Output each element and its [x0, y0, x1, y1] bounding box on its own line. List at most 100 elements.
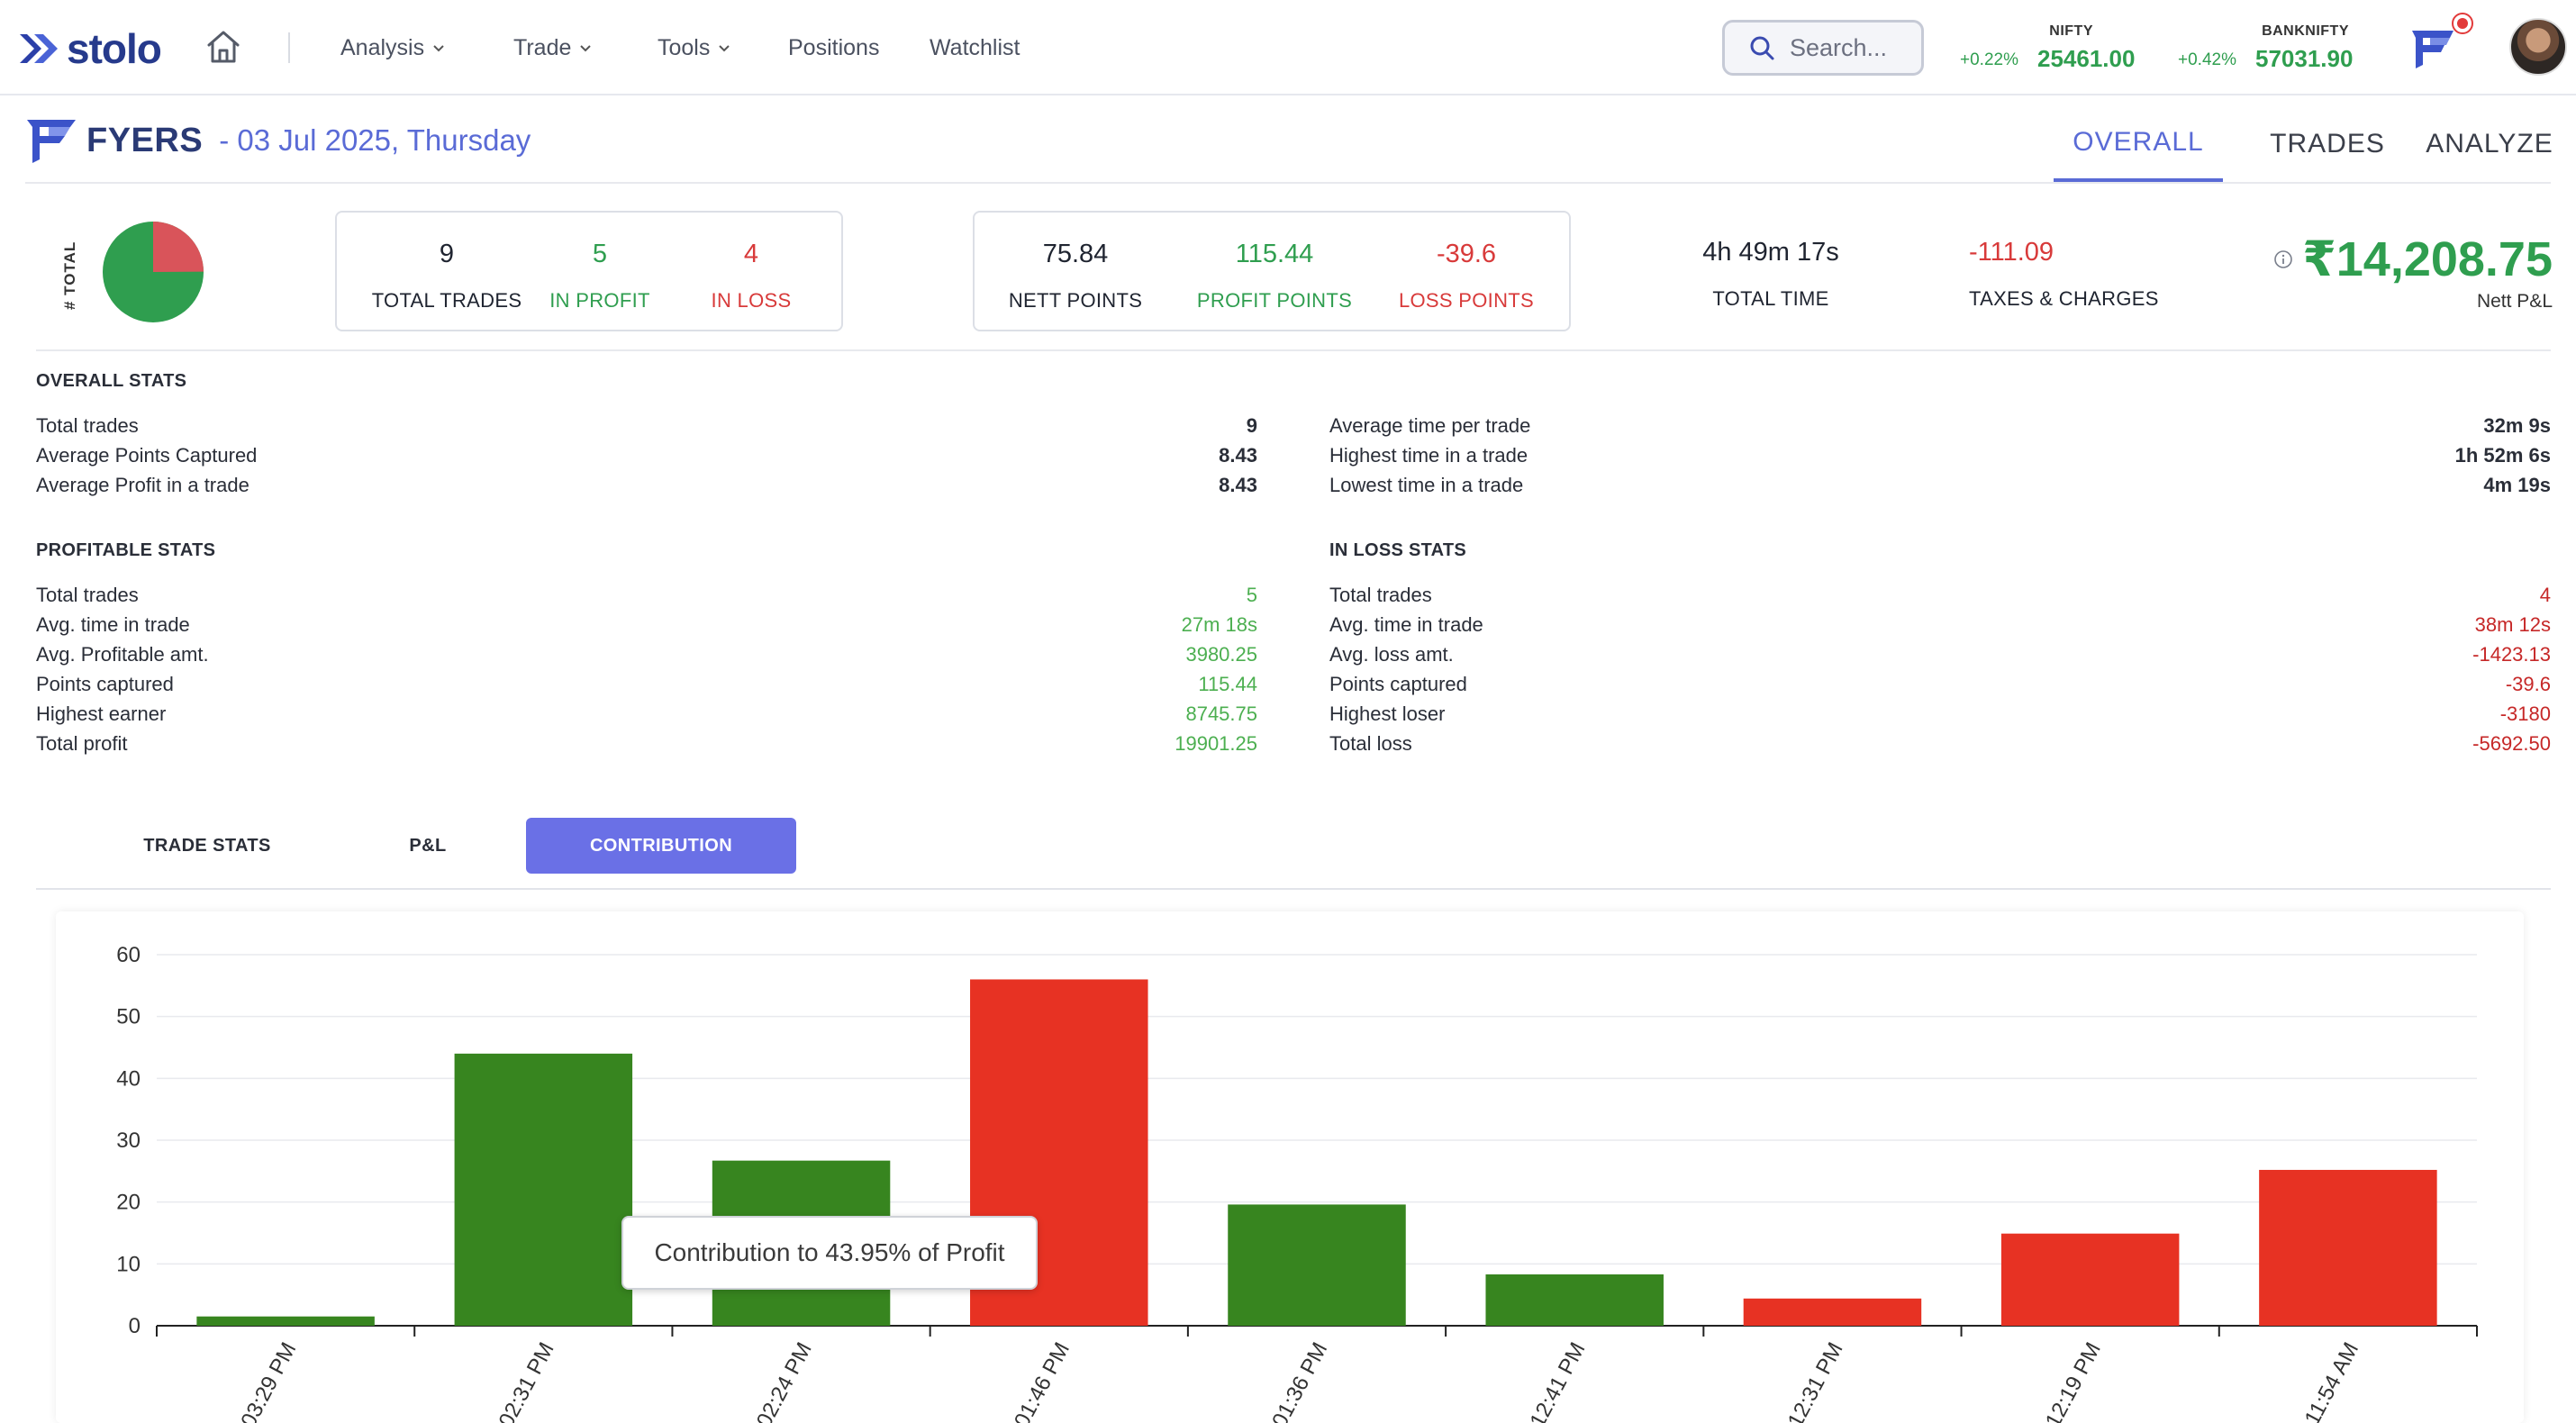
loss-stats-list: Total trades 4 Avg. time in trade 38m 12s …: [1329, 580, 2551, 758]
overall-stats-left: Total trades 9 Average Points Captured 8.4…: [36, 411, 1257, 500]
home-icon[interactable]: [204, 27, 243, 67]
x-tick-label: 03:29 PM: [236, 1338, 301, 1423]
list-item: Avg. Profitable amt. 3980.25: [36, 642, 1257, 666]
chevron-down-icon: [719, 45, 730, 52]
bar-1154am[interactable]: [2259, 1169, 2437, 1326]
nett-points-stat: 75.84 NETT POINTS: [1008, 240, 1143, 312]
nett-pl: ₹14,208.75 Nett P&L: [2273, 231, 2553, 313]
list-item: Total profit 19901.25: [36, 731, 1257, 755]
bar-1231pm[interactable]: [1743, 1298, 1922, 1326]
bar-0231pm[interactable]: [454, 1053, 633, 1326]
y-tick-label: 60: [116, 943, 141, 967]
subtab-divider: [36, 888, 2551, 890]
pie-slice-loss: [153, 222, 204, 272]
tab-overall[interactable]: OVERALL: [2054, 106, 2223, 182]
profitable-stats-list: Total trades 5 Avg. time in trade 27m 18s …: [36, 580, 1257, 758]
list-item: Highest time in a trade 1h 52m 6s: [1329, 443, 2551, 467]
stolo-logo[interactable]: stolo: [18, 23, 162, 74]
info-icon[interactable]: [2273, 249, 2293, 269]
nifty-name: NIFTY: [2049, 23, 2093, 39]
profit-points-stat: 115.44 PROFIT POINTS: [1196, 240, 1353, 312]
tab-pl[interactable]: P&L: [342, 818, 513, 874]
fyers-logo-icon: [27, 120, 76, 163]
trades-pie-chart: [103, 222, 204, 322]
taxes-stat: -111.09 TAXES & CHARGES: [1969, 238, 2159, 310]
stolo-chevrons-icon: [20, 34, 58, 63]
x-tick-label: 12:19 PM: [2041, 1338, 2106, 1423]
notification-dot-icon[interactable]: [2452, 13, 2473, 34]
nav-watchlist[interactable]: Watchlist: [930, 32, 1020, 63]
nav-divider: [288, 32, 290, 63]
search-input[interactable]: [1790, 33, 1907, 62]
banknifty-name: BANKNIFTY: [2262, 23, 2349, 39]
y-tick-label: 0: [129, 1314, 141, 1338]
x-tick-label: 02:31 PM: [494, 1338, 559, 1423]
nav-positions[interactable]: Positions: [788, 32, 879, 63]
loss-stats-title: IN LOSS STATS: [1329, 540, 1467, 560]
pie-label: # TOTAL: [61, 240, 78, 310]
bar-0329pm[interactable]: [196, 1316, 375, 1326]
overall-stats-title: OVERALL STATS: [36, 371, 187, 391]
y-tick-label: 10: [116, 1252, 141, 1276]
in-profit-stat: 5 IN PROFIT: [549, 240, 650, 312]
session-date: - 03 Jul 2025, Thursday: [219, 123, 531, 157]
nett-pl-label: Nett P&L: [2476, 291, 2553, 312]
trades-summary-card: 9 TOTAL TRADES 5 IN PROFIT 4 IN LOSS: [335, 211, 843, 331]
banknifty-change: +0.42%: [2178, 50, 2236, 69]
list-item: Average Points Captured 8.43: [36, 443, 1257, 467]
list-item: Avg. loss amt. -1423.13: [1329, 642, 2551, 666]
top-navbar: stolo Analysis Trade Tools Positions Wat…: [0, 0, 2576, 95]
broker-header: FYERS - 03 Jul 2025, Thursday: [25, 115, 531, 166]
in-loss-stat: 4 IN LOSS: [711, 240, 792, 312]
list-item: Average time per trade 32m 9s: [1329, 413, 2551, 437]
banknifty-ticker[interactable]: BANKNIFTY +0.42% 57031.90: [2178, 22, 2358, 76]
nifty-value: 25461.00: [2037, 45, 2136, 72]
list-item: Highest loser -3180: [1329, 702, 2551, 725]
tab-trade-stats[interactable]: TRADE STATS: [108, 818, 306, 874]
x-tick-label: 02:24 PM: [752, 1338, 817, 1423]
list-item: Highest earner 8745.75: [36, 702, 1257, 725]
summary-divider: [36, 349, 2551, 351]
total-time-stat: 4h 49m 17s TOTAL TIME: [1702, 238, 1839, 310]
list-item: Average Profit in a trade 8.43: [36, 473, 1257, 496]
x-tick-label: 11:54 AM: [2300, 1338, 2364, 1423]
x-tick-label: 01:36 PM: [1267, 1338, 1332, 1423]
banknifty-value: 57031.90: [2255, 45, 2354, 72]
chart-tooltip: Contribution to 43.95% of Profit: [621, 1216, 1038, 1290]
search-box[interactable]: [1722, 20, 1924, 76]
nett-pl-value: ₹14,208.75: [2302, 232, 2553, 286]
chevron-down-icon: [433, 45, 444, 52]
tab-contribution[interactable]: CONTRIBUTION: [526, 818, 796, 874]
list-item: Total trades 9: [36, 413, 1257, 437]
bar-1219pm[interactable]: [2000, 1233, 2180, 1326]
nav-analysis[interactable]: Analysis: [340, 32, 446, 63]
y-tick-label: 20: [116, 1191, 141, 1215]
nav-trade[interactable]: Trade: [513, 32, 593, 63]
tab-analyze[interactable]: ANALYZE: [2408, 106, 2571, 182]
nifty-ticker[interactable]: NIFTY +0.22% 25461.00: [1960, 22, 2135, 76]
list-item: Points captured -39.6: [1329, 672, 2551, 695]
x-tick-label: 12:31 PM: [1783, 1338, 1848, 1423]
fyers-broker-icon[interactable]: [2410, 27, 2455, 68]
view-tabs: OVERALL TRADES ANALYZE: [2054, 106, 2567, 182]
x-tick-label: 01:46 PM: [1010, 1338, 1075, 1423]
list-item: Lowest time in a trade 4m 19s: [1329, 473, 2551, 496]
list-item: Total trades 4: [1329, 583, 2551, 606]
avatar[interactable]: [2509, 18, 2567, 76]
nav-tools[interactable]: Tools: [658, 32, 731, 63]
x-tick-label: 12:41 PM: [1525, 1338, 1590, 1423]
tab-trades[interactable]: TRADES: [2243, 106, 2412, 182]
nifty-change: +0.22%: [1960, 50, 2018, 69]
list-item: Total loss -5692.50: [1329, 731, 2551, 755]
total-trades-stat: 9 TOTAL TRADES: [371, 240, 522, 312]
bar-1241pm[interactable]: [1485, 1274, 1664, 1326]
loss-points-stat: -39.6 LOSS POINTS: [1398, 240, 1534, 312]
y-tick-label: 40: [116, 1066, 141, 1091]
list-item: Total trades 5: [36, 583, 1257, 606]
chevron-down-icon: [580, 45, 592, 52]
bar-0136pm[interactable]: [1228, 1204, 1406, 1326]
points-summary-card: 75.84 NETT POINTS 115.44 PROFIT POINTS -…: [973, 211, 1571, 331]
search-icon: [1750, 36, 1774, 60]
overall-stats-right: Average time per trade 32m 9s Highest tim…: [1329, 411, 2551, 500]
contribution-chart: 0 10 20 30 40 50 60 03:29 PM 02:31 PM 02:24 PM 01:…: [56, 911, 2524, 1423]
